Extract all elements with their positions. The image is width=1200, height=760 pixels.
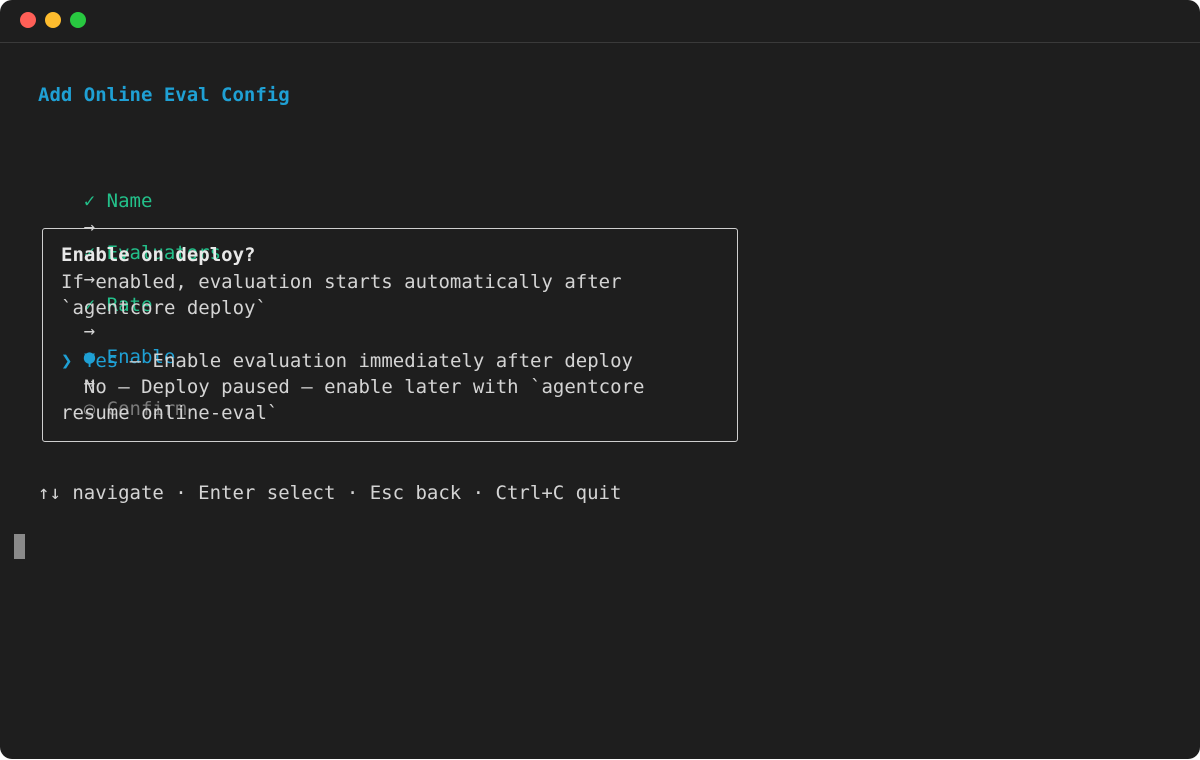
minimize-button[interactable] <box>45 12 61 28</box>
step-name: ✓ Name <box>83 190 153 212</box>
option-no-detail-cont: resume online-eval` <box>61 402 279 424</box>
selection-pointer-icon: ❯ <box>61 350 73 372</box>
page-title: Add Online Eval Config <box>38 84 290 106</box>
option-label: Yes <box>83 350 119 372</box>
prompt-description-cont: `agentcore deploy` <box>61 297 267 319</box>
prompt-description: If enabled, evaluation starts automatica… <box>61 271 622 293</box>
maximize-button[interactable] <box>70 12 86 28</box>
title-bar <box>0 0 1200 43</box>
keyboard-hint: ↑↓ navigate · Enter select · Esc back · … <box>38 482 622 504</box>
prompt-box: Enable on deploy? If enabled, evaluation… <box>42 228 738 442</box>
option-detail: — Enable evaluation immediately after de… <box>118 350 633 372</box>
prompt-question: Enable on deploy? <box>61 244 256 266</box>
option-yes[interactable]: ❯ Yes — Enable evaluation immediately af… <box>61 348 633 374</box>
option-no[interactable]: No — Deploy paused — enable later with `… <box>61 374 645 400</box>
terminal-window: Add Online Eval Config ✓ Name → ✓ Evalua… <box>0 0 1200 759</box>
option-label: No <box>83 376 107 398</box>
check-icon: ✓ <box>83 190 96 212</box>
option-detail: — Deploy paused — enable later with `age… <box>106 376 645 398</box>
close-button[interactable] <box>20 12 36 28</box>
terminal-cursor <box>14 534 25 559</box>
